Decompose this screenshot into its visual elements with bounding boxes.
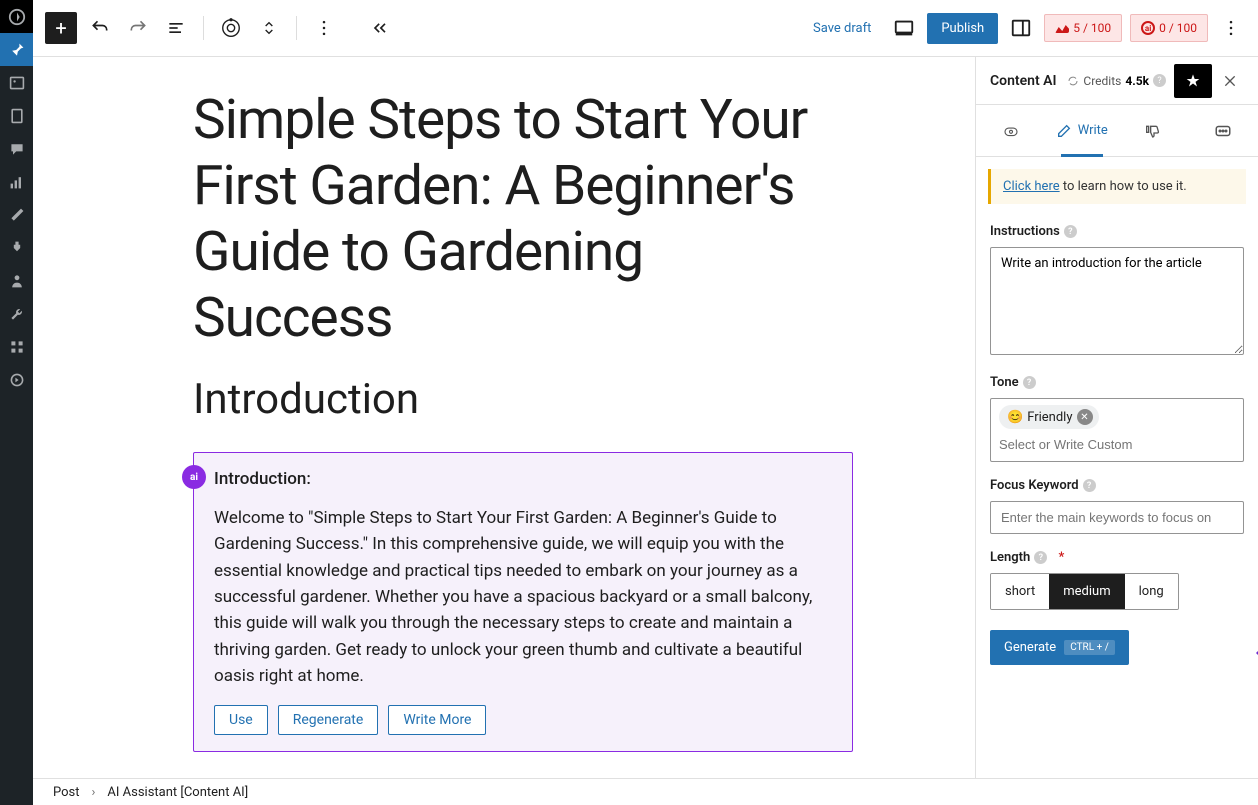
help-icon[interactable]: ? (1064, 225, 1077, 238)
length-medium[interactable]: medium (1049, 574, 1124, 609)
chevron-right-icon: › (92, 785, 96, 800)
refresh-icon (1067, 75, 1079, 87)
collapse-icon[interactable] (0, 363, 33, 396)
top-more-button[interactable] (1216, 13, 1246, 43)
shortcut-hint: CTRL + / (1064, 640, 1115, 655)
tools-icon[interactable] (0, 297, 33, 330)
publish-button[interactable]: Publish (927, 13, 998, 44)
tab-research[interactable] (976, 105, 1047, 156)
tone-selector[interactable]: 😊 Friendly ✕ (990, 398, 1244, 462)
wp-admin-sidebar (0, 0, 33, 805)
tone-label: Tone (990, 375, 1019, 390)
regenerate-button[interactable]: Regenerate (278, 705, 379, 735)
plugins-icon[interactable] (0, 231, 33, 264)
chart-icon (1055, 23, 1069, 33)
use-button[interactable]: Use (214, 705, 268, 735)
panel-tabs: Write (976, 105, 1258, 157)
preview-button[interactable] (889, 13, 919, 43)
analytics-icon[interactable] (0, 165, 33, 198)
instructions-input[interactable] (990, 247, 1244, 355)
usage-notice: Click here to learn how to use it. (988, 169, 1246, 204)
ai-logo-icon[interactable] (216, 13, 246, 43)
content-score-text: 0 / 100 (1159, 21, 1197, 35)
add-block-button[interactable]: + (45, 12, 77, 44)
media-icon[interactable] (0, 66, 33, 99)
ai-block-heading: Introduction: (214, 469, 832, 489)
help-icon[interactable]: ? (1083, 479, 1096, 492)
settings-panel-button[interactable] (1006, 13, 1036, 43)
remove-chip-button[interactable]: ✕ (1077, 409, 1093, 425)
close-panel-button[interactable] (1216, 67, 1244, 95)
collapse-toolbar-button[interactable] (365, 13, 395, 43)
length-label: Length (990, 550, 1030, 565)
help-icon[interactable]: ? (1023, 376, 1036, 389)
help-icon[interactable]: ? (1034, 551, 1047, 564)
panel-title: Content AI (990, 73, 1067, 89)
pin-icon[interactable] (0, 33, 33, 66)
length-segmented: short medium long (990, 573, 1179, 610)
length-short[interactable]: short (991, 574, 1049, 609)
expand-icon[interactable] (254, 13, 284, 43)
tab-dislike[interactable] (1117, 105, 1188, 156)
dashboard-icon[interactable] (0, 0, 33, 33)
content-score-badge[interactable]: ai 0 / 100 (1130, 14, 1208, 42)
breadcrumb-bar: Post › AI Assistant [Content AI] (33, 778, 1258, 805)
ai-block-icon: ai (182, 465, 206, 489)
generate-button[interactable]: Generate CTRL + / (990, 630, 1129, 665)
users-icon[interactable] (0, 264, 33, 297)
tone-input[interactable] (999, 437, 1235, 452)
seo-score-badge[interactable]: 5 / 100 (1044, 14, 1122, 42)
tab-write[interactable]: Write (1047, 105, 1118, 156)
credits-display: Credits 4.5k ? (1067, 74, 1166, 88)
more-options-button[interactable] (309, 13, 339, 43)
settings-icon[interactable] (0, 330, 33, 363)
tone-chip-friendly: 😊 Friendly ✕ (999, 405, 1099, 429)
pages-icon[interactable] (0, 99, 33, 132)
save-draft-button[interactable]: Save draft (803, 15, 881, 42)
redo-button[interactable] (123, 13, 153, 43)
undo-button[interactable] (85, 13, 115, 43)
post-title[interactable]: Simple Steps to Start Your First Garden:… (193, 87, 853, 351)
focus-keyword-label: Focus Keyword (990, 478, 1079, 493)
help-icon[interactable]: ? (1153, 74, 1166, 87)
notice-link[interactable]: Click here (1003, 179, 1060, 194)
ai-badge-icon: ai (1141, 21, 1155, 35)
instructions-label: Instructions (990, 224, 1060, 239)
seo-score-text: 5 / 100 (1073, 21, 1111, 35)
ai-block-text: Welcome to "Simple Steps to Start Your F… (214, 505, 832, 689)
tab-chat[interactable] (1188, 105, 1258, 156)
credits-label: Credits (1083, 74, 1121, 88)
tab-write-label: Write (1078, 123, 1108, 138)
editor-canvas[interactable]: Simple Steps to Start Your First Garden:… (33, 57, 976, 778)
generate-label: Generate (1004, 640, 1056, 655)
brush-icon[interactable] (0, 198, 33, 231)
section-heading[interactable]: Introduction (193, 375, 853, 424)
credits-value: 4.5k (1125, 74, 1149, 88)
favorite-button[interactable] (1174, 64, 1212, 98)
length-long[interactable]: long (1125, 574, 1178, 609)
content-ai-panel: Content AI Credits 4.5k ? Write (976, 57, 1258, 778)
notice-text: to learn how to use it. (1060, 179, 1187, 194)
breadcrumb-post[interactable]: Post (53, 785, 80, 800)
comments-icon[interactable] (0, 132, 33, 165)
breadcrumb-current[interactable]: AI Assistant [Content AI] (107, 785, 248, 800)
tone-emoji: 😊 (1007, 410, 1023, 425)
tone-chip-label: Friendly (1027, 410, 1072, 425)
ai-suggestion-block: ai Introduction: Welcome to "Simple Step… (193, 452, 853, 752)
write-more-button[interactable]: Write More (388, 705, 486, 735)
document-overview-button[interactable] (161, 13, 191, 43)
focus-keyword-input[interactable] (990, 501, 1244, 534)
editor-topbar: + Save draft Publish 5 / 100 ai 0 / 100 (33, 0, 1258, 57)
